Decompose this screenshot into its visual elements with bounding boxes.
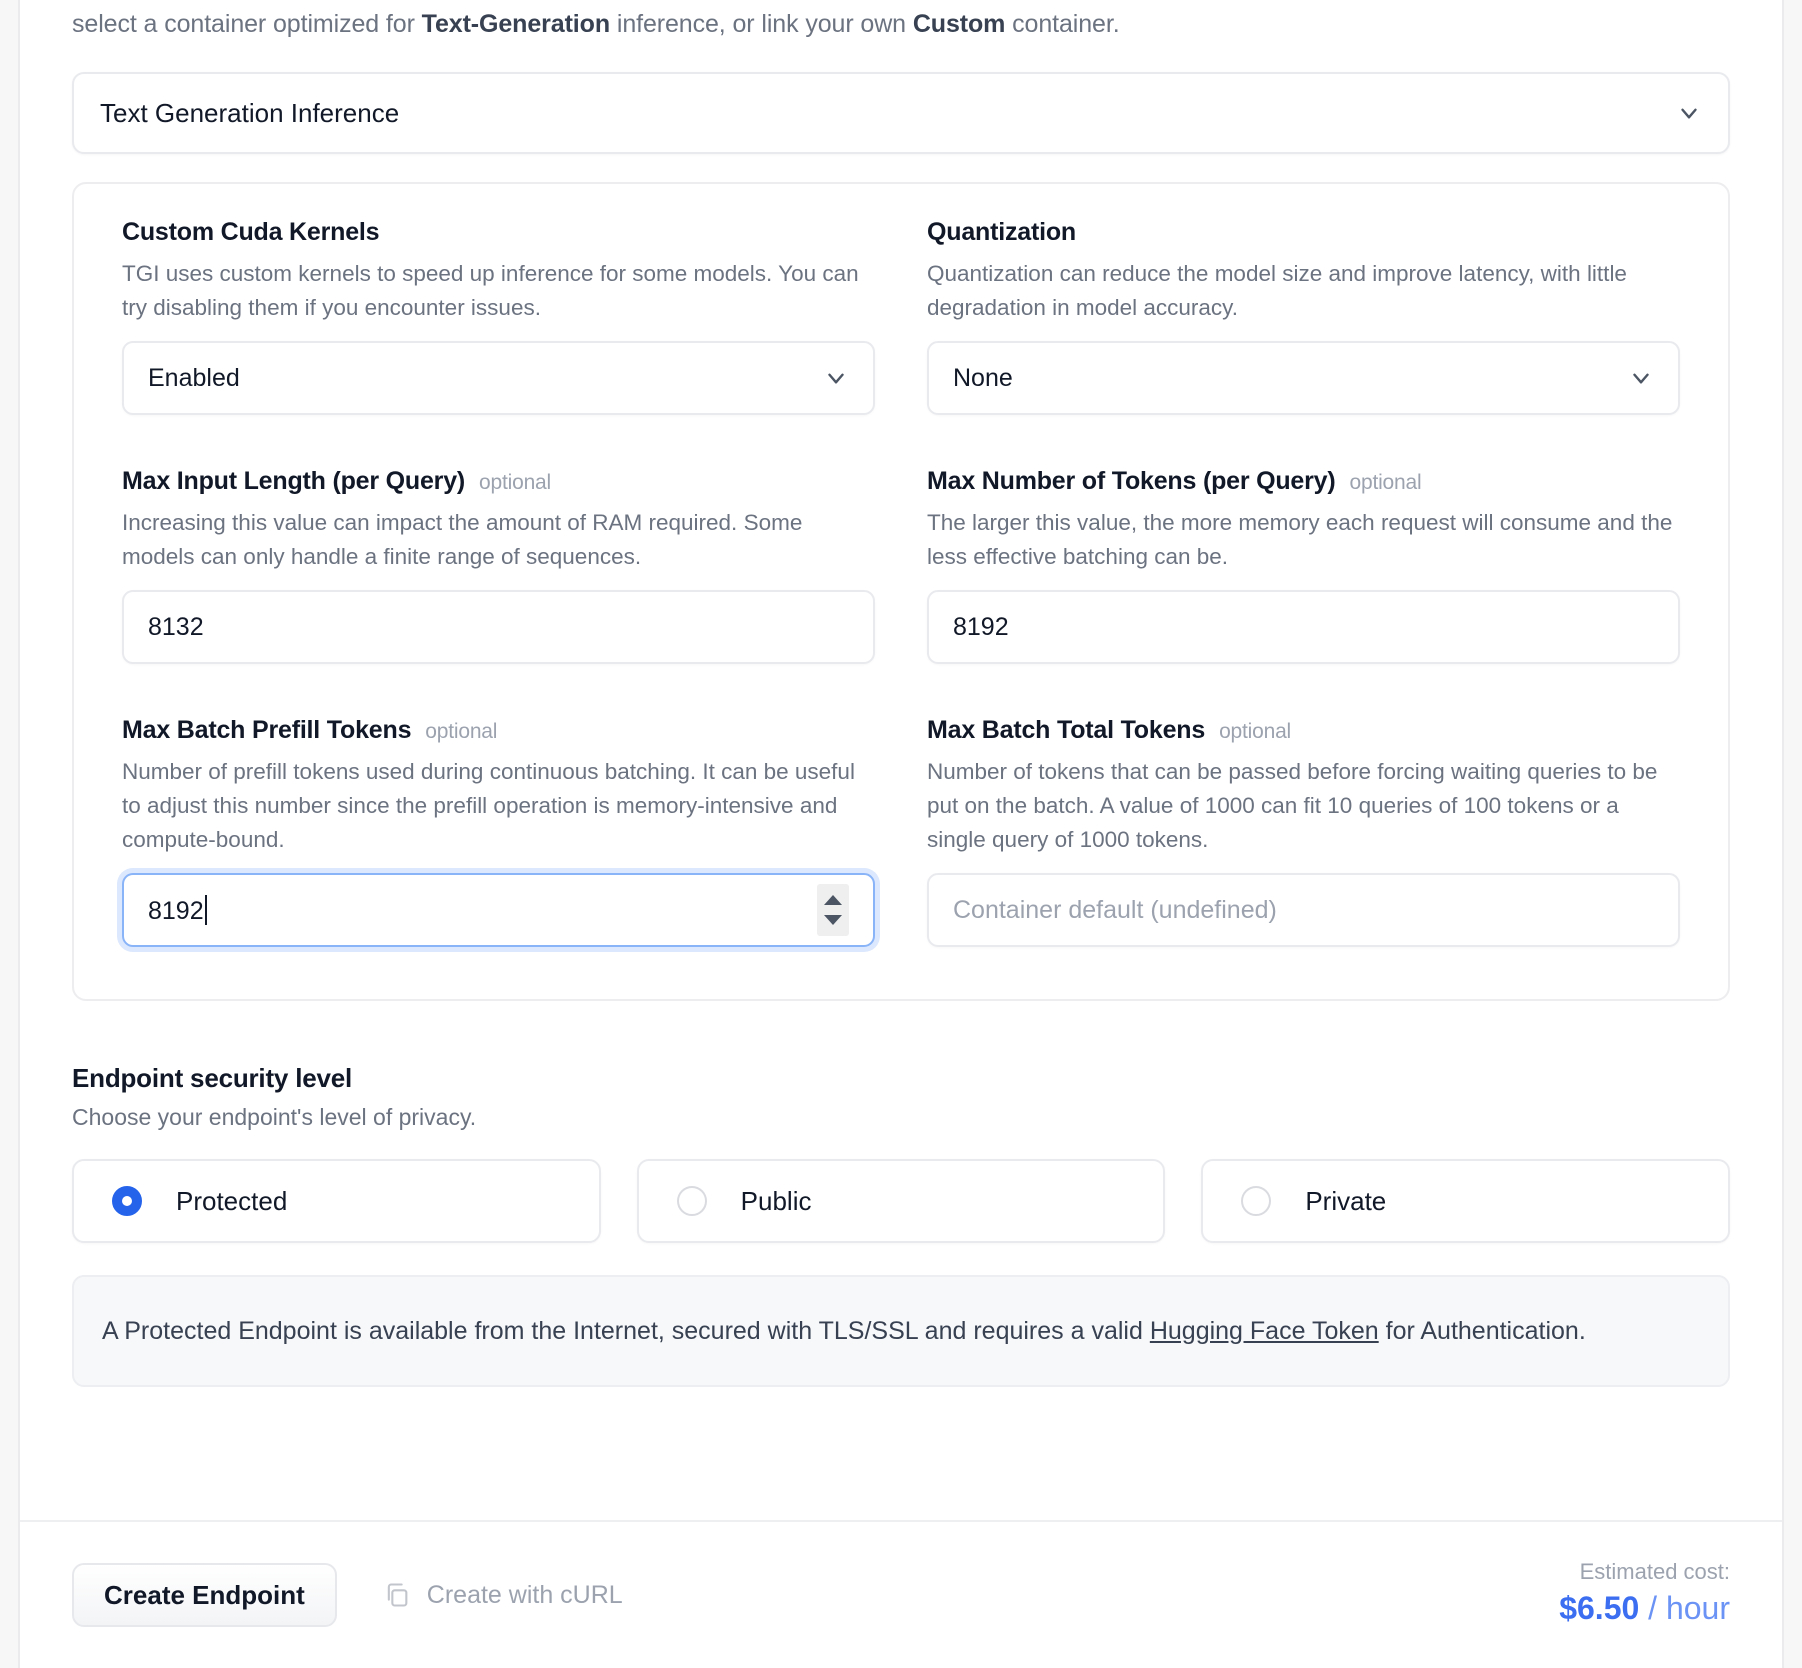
optional-tag: optional [1349, 471, 1422, 494]
grid-row-spacer [927, 670, 1680, 716]
max-input-length-value: 8132 [148, 612, 204, 641]
quantization-value: None [953, 363, 1013, 392]
security-info-box: A Protected Endpoint is available from t… [72, 1275, 1730, 1387]
chevron-down-icon [823, 365, 849, 391]
intro-bold-custom: Custom [912, 10, 1006, 38]
field-description: The larger this value, the more memory e… [927, 510, 1673, 569]
field-label-text: Max Batch Total Tokens [927, 716, 1206, 744]
estimated-cost-value: $6.50 / hour [1559, 1587, 1730, 1629]
field-label-text: Max Number of Tokens (per Query) [927, 467, 1336, 495]
field-max-number-of-tokens: Max Number of Tokens (per Query) optiona… [927, 467, 1680, 664]
field-label: Max Batch Prefill Tokens optional [122, 716, 875, 745]
container-type-value: Text Generation Inference [100, 97, 400, 128]
field-description: TGI uses custom kernels to speed up infe… [122, 261, 859, 320]
security-option-label: Private [1305, 1185, 1387, 1216]
estimated-cost-unit: / hour [1639, 1590, 1730, 1626]
estimated-cost: Estimated cost: $6.50 / hour [1559, 1557, 1730, 1633]
footer-bar: Create Endpoint Create with cURL Estimat… [20, 1522, 1782, 1668]
field-description: Number of prefill tokens used during con… [122, 759, 855, 852]
field-description: Quantization can reduce the model size a… [927, 261, 1627, 320]
max-batch-prefill-tokens-input[interactable]: 8192 [122, 873, 875, 947]
radio-icon[interactable] [676, 1186, 707, 1216]
grid-row-spacer [122, 421, 875, 467]
stepper-down-icon[interactable] [824, 915, 842, 925]
max-batch-total-tokens-input[interactable]: Container default (undefined) [927, 873, 1680, 947]
radio-icon-selected[interactable] [112, 1186, 142, 1216]
field-label: Quantization [927, 218, 1680, 247]
max-batch-prefill-tokens-value-wrap: 8192 [148, 894, 207, 926]
security-option-public[interactable]: Public [636, 1159, 1166, 1243]
field-label-text: Max Batch Prefill Tokens [122, 716, 412, 744]
max-input-length-input[interactable]: 8132 [122, 590, 875, 664]
security-option-label: Protected [176, 1185, 288, 1216]
max-batch-prefill-tokens-value: 8192 [148, 896, 204, 925]
intro-suffix: container. [1005, 10, 1120, 38]
estimated-cost-amount: $6.50 [1559, 1590, 1640, 1626]
custom-cuda-kernels-value: Enabled [148, 363, 240, 392]
field-max-batch-total-tokens: Max Batch Total Tokens optional Number o… [927, 716, 1680, 947]
stepper-up-icon[interactable] [824, 895, 842, 905]
max-number-of-tokens-value: 8192 [953, 612, 1009, 641]
field-max-input-length: Max Input Length (per Query) optional In… [122, 467, 875, 664]
grid-row-spacer [927, 421, 1680, 467]
field-max-batch-prefill-tokens: Max Batch Prefill Tokens optional Number… [122, 716, 875, 947]
max-batch-total-tokens-placeholder: Container default (undefined) [953, 895, 1277, 924]
container-type-select[interactable]: Text Generation Inference [72, 72, 1730, 154]
chevron-down-icon [1628, 365, 1654, 391]
field-label: Max Batch Total Tokens optional [927, 716, 1680, 745]
text-caret [204, 894, 207, 925]
info-suffix: for Authentication. [1378, 1317, 1586, 1345]
field-label-text: Custom Cuda Kernels [122, 218, 380, 246]
custom-cuda-kernels-select[interactable]: Enabled [122, 341, 875, 415]
create-endpoint-button[interactable]: Create Endpoint [72, 1563, 337, 1627]
endpoint-config-page: select a container optimized for Text-Ge… [18, 0, 1784, 1668]
field-label-text: Quantization [927, 218, 1076, 246]
hugging-face-token-link[interactable]: Hugging Face Token [1150, 1317, 1379, 1345]
chevron-down-icon [1676, 100, 1702, 126]
field-label-text: Max Input Length (per Query) [122, 467, 466, 495]
endpoint-security-section: Endpoint security level Choose your endp… [72, 1063, 1730, 1387]
field-custom-cuda-kernels: Custom Cuda Kernels TGI uses custom kern… [122, 218, 875, 415]
field-label: Custom Cuda Kernels [122, 218, 875, 247]
intro-middle: inference, or link your own [610, 10, 913, 38]
estimated-cost-label: Estimated cost: [1579, 1559, 1730, 1584]
security-option-label: Public [740, 1185, 812, 1216]
security-level-radio-group: Protected Public Private [72, 1159, 1730, 1243]
security-option-private[interactable]: Private [1201, 1159, 1730, 1243]
optional-tag: optional [425, 720, 498, 743]
intro-prefix: select a container optimized for [72, 10, 422, 38]
create-with-curl-button[interactable]: Create with cURL [383, 1581, 623, 1610]
grid-row-spacer [122, 670, 875, 716]
security-option-protected[interactable]: Protected [72, 1159, 601, 1243]
field-label: Max Number of Tokens (per Query) optiona… [927, 467, 1680, 496]
create-with-curl-label: Create with cURL [426, 1580, 623, 1609]
quantization-select[interactable]: None [927, 341, 1680, 415]
max-number-of-tokens-input[interactable]: 8192 [927, 590, 1680, 664]
field-description: Number of tokens that can be passed befo… [927, 759, 1658, 852]
config-scroll-body: select a container optimized for Text-Ge… [20, 0, 1782, 1520]
copy-icon [383, 1581, 411, 1609]
security-subtitle: Choose your endpoint's level of privacy. [72, 1104, 477, 1130]
number-stepper[interactable] [817, 884, 849, 936]
field-label: Max Input Length (per Query) optional [122, 467, 875, 496]
container-settings-card: Custom Cuda Kernels TGI uses custom kern… [72, 182, 1730, 1001]
radio-icon[interactable] [1241, 1186, 1272, 1216]
optional-tag: optional [1219, 720, 1292, 743]
intro-bold-text-generation: Text-Generation [421, 10, 611, 38]
info-prefix: A Protected Endpoint is available from t… [102, 1317, 1150, 1345]
field-description: Increasing this value can impact the amo… [122, 510, 803, 569]
security-title: Endpoint security level [72, 1063, 353, 1093]
settings-grid: Custom Cuda Kernels TGI uses custom kern… [122, 218, 1680, 953]
optional-tag: optional [479, 471, 551, 494]
field-quantization: Quantization Quantization can reduce the… [927, 218, 1680, 415]
container-intro-text: select a container optimized for Text-Ge… [72, 0, 1730, 42]
